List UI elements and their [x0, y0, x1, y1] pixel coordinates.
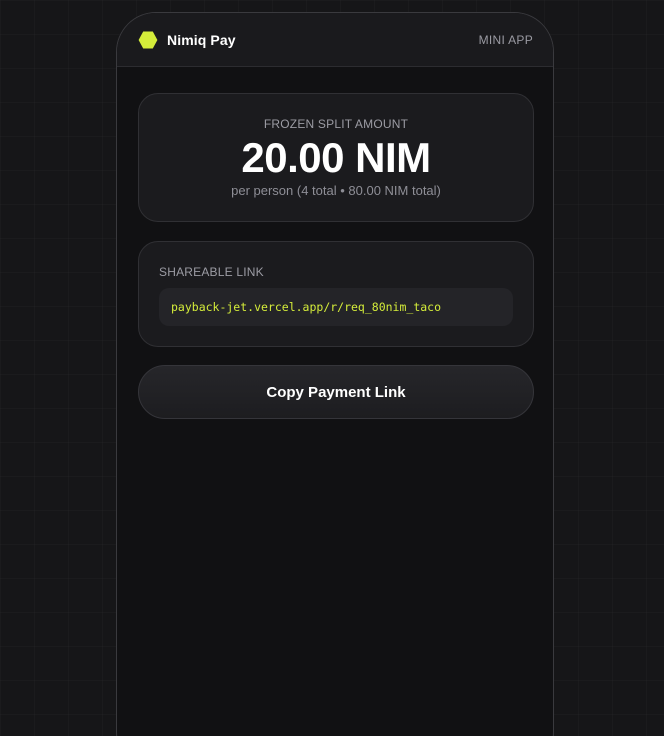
mini-app-tag: MINI APP: [478, 32, 533, 47]
brand: Nimiq Pay: [138, 30, 236, 50]
app-header: Nimiq Pay MINI APP: [117, 13, 553, 67]
shareable-link-label: SHAREABLE LINK: [159, 265, 264, 279]
split-amount-label: FROZEN SPLIT AMOUNT: [263, 117, 409, 131]
app-name: Nimiq Pay: [167, 31, 236, 48]
split-amount-card: FROZEN SPLIT AMOUNT 20.00 NIM per person…: [138, 93, 534, 222]
hexagon-icon: [138, 31, 158, 48]
shareable-link-field[interactable]: payback-jet.vercel.app/r/req_80nim_taco: [159, 288, 513, 326]
shareable-link-card: SHAREABLE LINK payback-jet.vercel.app/r/…: [138, 241, 534, 347]
split-amount-value: 20.00 NIM: [241, 134, 431, 181]
split-amount-subtext: per person (4 total • 80.00 NIM total): [231, 183, 441, 198]
phone-frame: Nimiq Pay MINI APP FROZEN SPLIT AMOUNT 2…: [116, 12, 554, 736]
copy-payment-link-button[interactable]: Copy Payment Link: [138, 365, 534, 419]
shareable-link-url[interactable]: payback-jet.vercel.app/r/req_80nim_taco: [171, 300, 441, 314]
